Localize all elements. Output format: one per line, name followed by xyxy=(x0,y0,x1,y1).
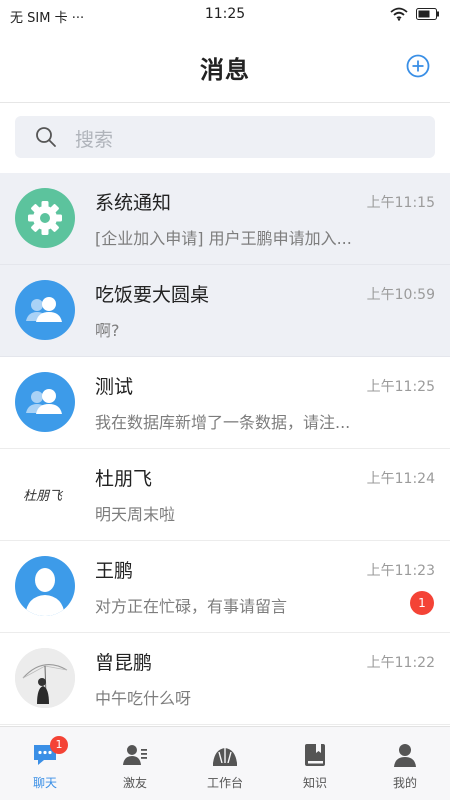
message-preview: 对方正在忙碌，有事请留言 xyxy=(95,597,288,616)
conversation-row[interactable]: 系统通知 上午11:15 [企业加入申请] 用户王鹏申请加入... xyxy=(0,173,450,265)
contact-name: 系统通知 xyxy=(95,192,172,214)
status-bar: 无 SIM 卡 ··· 11:25 xyxy=(0,0,450,30)
message-time: 上午11:22 xyxy=(366,655,435,671)
conversation-row[interactable]: 曾昆鹏 上午11:22 中午吃什么呀 xyxy=(0,633,450,725)
conversation-row[interactable]: 杜朋飞 杜朋飞 上午11:24 明天周末啦 xyxy=(0,449,450,541)
message-time: 上午11:23 xyxy=(366,563,435,579)
conversation-row[interactable]: 王鹏 上午11:23 对方正在忙碌，有事请留言 1 xyxy=(0,541,450,633)
avatar xyxy=(15,188,75,248)
photo-avatar-image xyxy=(15,648,75,708)
page-title: 消息 xyxy=(200,56,250,84)
tab-label: 知识 xyxy=(302,776,327,790)
message-time: 上午11:24 xyxy=(366,471,435,487)
clock: 11:25 xyxy=(204,6,246,22)
person-icon xyxy=(25,568,65,616)
tab-label: 聊天 xyxy=(32,776,57,790)
bottom-tab-bar: 1 聊天 激友 工作台 知识 我的 xyxy=(0,726,450,800)
add-icon[interactable] xyxy=(406,54,430,78)
tab-knowledge[interactable]: 知识 xyxy=(270,727,360,800)
avatar xyxy=(15,556,75,616)
signature-avatar-text: 杜朋飞 xyxy=(23,489,63,504)
message-preview: [企业加入申请] 用户王鹏申请加入... xyxy=(95,229,352,248)
search-placeholder: 搜索 xyxy=(75,129,114,151)
search-icon xyxy=(36,127,56,147)
contact-name: 曾昆鹏 xyxy=(95,652,153,674)
tab-contacts[interactable]: 激友 xyxy=(90,727,180,800)
workbench-icon xyxy=(213,748,237,766)
group-icon xyxy=(26,389,62,414)
message-preview: 中午吃什么呀 xyxy=(95,689,192,708)
status-icons xyxy=(390,7,440,21)
contact-name: 测试 xyxy=(95,376,134,398)
conversation-row[interactable]: 吃饭要大圆桌 上午10:59 啊? xyxy=(0,265,450,357)
tab-label: 工作台 xyxy=(206,776,243,790)
contact-name: 杜朋飞 xyxy=(95,468,153,490)
avatar xyxy=(15,648,75,708)
group-icon xyxy=(26,297,62,322)
tab-label: 激友 xyxy=(122,776,147,790)
conversation-list: 系统通知 上午11:15 [企业加入申请] 用户王鹏申请加入... 吃饭要大圆桌… xyxy=(0,173,450,725)
tab-profile[interactable]: 我的 xyxy=(360,727,450,800)
unread-badge: 1 xyxy=(410,591,434,615)
tab-label: 我的 xyxy=(392,776,417,790)
conversation-row[interactable]: 测试 上午11:25 我在数据库新增了一条数据，请注... xyxy=(0,357,450,449)
contact-name: 吃饭要大圆桌 xyxy=(95,284,210,306)
tab-chat[interactable]: 1 聊天 xyxy=(0,727,90,800)
message-time: 上午11:15 xyxy=(366,195,435,211)
message-time: 上午10:59 xyxy=(366,287,435,303)
battery-icon xyxy=(416,8,439,20)
tab-badge: 1 xyxy=(50,736,68,754)
app-header: 消息 xyxy=(0,30,450,103)
tab-workbench[interactable]: 工作台 xyxy=(180,727,270,800)
gear-icon xyxy=(28,201,62,235)
avatar xyxy=(15,372,75,432)
avatar xyxy=(15,280,75,340)
message-preview: 我在数据库新增了一条数据，请注... xyxy=(95,413,351,432)
avatar: 杜朋飞 xyxy=(15,464,75,524)
message-preview: 明天周末啦 xyxy=(95,505,176,524)
wifi-icon xyxy=(390,7,408,21)
contacts-icon xyxy=(123,745,147,765)
contact-name: 王鹏 xyxy=(95,560,134,582)
message-preview: 啊? xyxy=(95,321,120,340)
message-time: 上午11:25 xyxy=(366,379,435,395)
search-bar[interactable]: 搜索 xyxy=(15,116,435,158)
book-icon xyxy=(305,744,325,766)
profile-icon xyxy=(394,744,416,767)
